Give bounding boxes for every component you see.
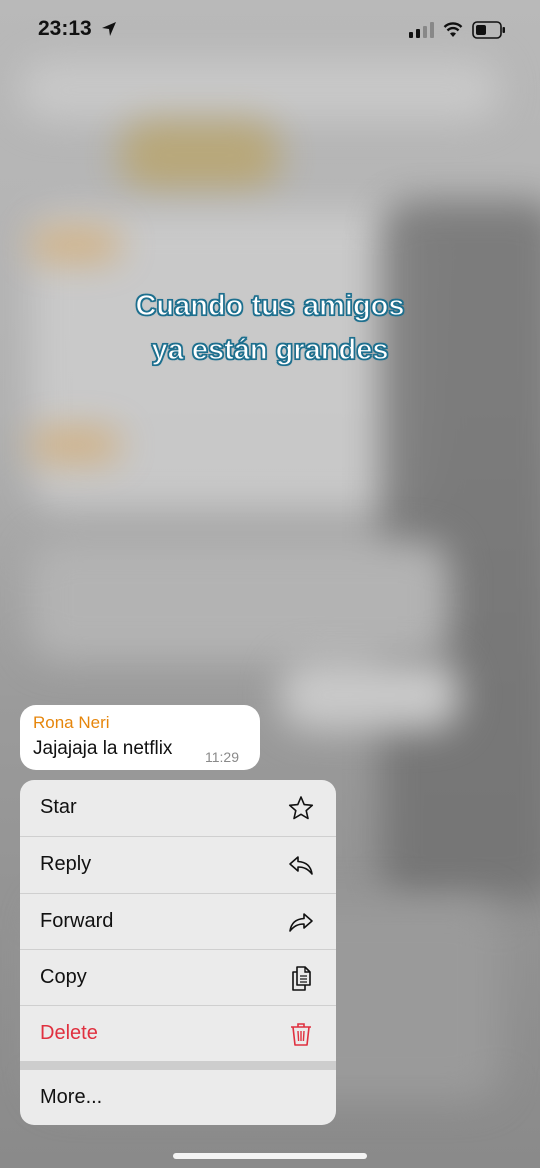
menu-item-more[interactable]: More...	[20, 1070, 336, 1125]
message-bubble[interactable]: Rona Neri Jajajaja la netflix 11:29	[20, 705, 260, 770]
message-text: Jajajaja la netflix	[33, 738, 173, 759]
cellular-signal-icon	[409, 22, 434, 38]
copy-icon	[292, 966, 311, 991]
menu-item-copy[interactable]: Copy	[20, 950, 336, 1006]
menu-item-star[interactable]: Star	[20, 780, 336, 836]
trash-icon	[291, 1023, 311, 1046]
menu-item-label: Reply	[40, 853, 92, 875]
home-indicator[interactable]	[173, 1153, 367, 1159]
menu-item-label: Forward	[40, 910, 114, 932]
menu-item-label: Delete	[40, 1022, 98, 1044]
menu-item-label: More...	[40, 1086, 103, 1108]
caption-line-2: ya están grandes	[151, 333, 389, 366]
status-time: 23:13	[38, 17, 92, 40]
message-sender: Rona Neri	[33, 713, 110, 732]
wifi-icon	[443, 22, 463, 37]
status-bar: 23:13	[0, 0, 540, 62]
message-time: 11:29	[205, 749, 239, 765]
reply-icon	[289, 856, 313, 875]
location-arrow-icon	[102, 22, 116, 36]
menu-item-forward[interactable]: Forward	[20, 894, 336, 950]
battery-icon	[472, 21, 505, 39]
star-icon	[288, 796, 314, 820]
menu-item-label: Star	[40, 796, 77, 818]
menu-item-delete[interactable]: Delete	[20, 1006, 336, 1062]
forward-icon	[289, 913, 313, 932]
menu-item-label: Copy	[40, 966, 87, 988]
caption-line-1: Cuando tus amigos	[135, 289, 405, 322]
context-menu: Star Reply Forward Copy Delete More...	[20, 780, 336, 1125]
menu-item-reply[interactable]: Reply	[20, 837, 336, 893]
